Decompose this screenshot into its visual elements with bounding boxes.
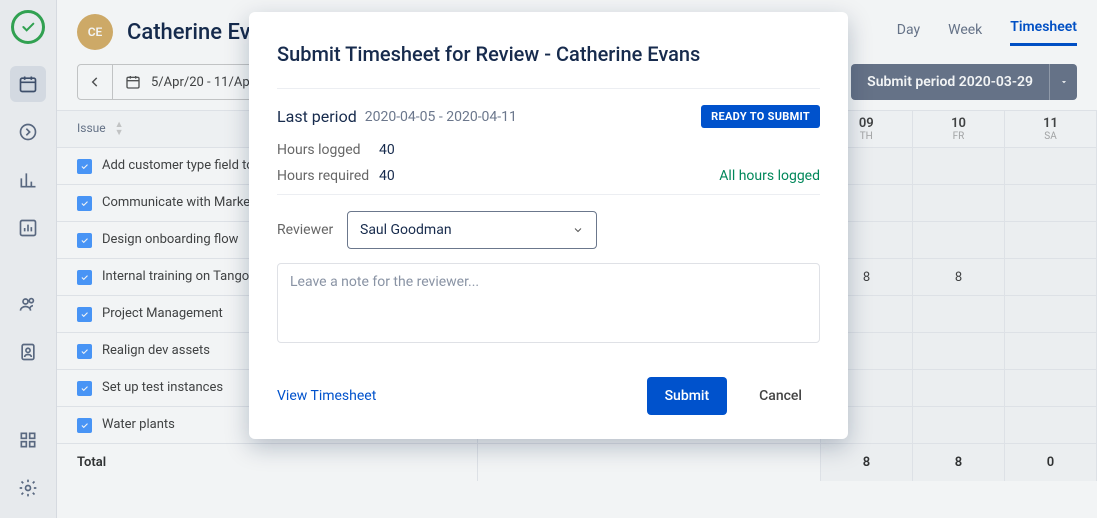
reviewer-value: Saul Goodman bbox=[360, 222, 452, 238]
last-period-label: Last period bbox=[277, 107, 357, 126]
last-period-dates: 2020-04-05 - 2020-04-11 bbox=[365, 109, 701, 125]
view-timesheet-link[interactable]: View Timesheet bbox=[277, 388, 376, 404]
reviewer-select[interactable]: Saul Goodman bbox=[347, 211, 597, 249]
hours-logged-value: 40 bbox=[379, 142, 395, 158]
submit-button[interactable]: Submit bbox=[647, 377, 728, 415]
hours-logged-label: Hours logged bbox=[277, 142, 379, 158]
cancel-button[interactable]: Cancel bbox=[741, 377, 820, 415]
reviewer-label: Reviewer bbox=[277, 222, 347, 238]
chevron-down-icon bbox=[572, 224, 584, 236]
all-logged-status: All hours logged bbox=[719, 168, 820, 184]
submit-timesheet-modal: Submit Timesheet for Review - Catherine … bbox=[249, 12, 848, 439]
hours-required-value: 40 bbox=[379, 168, 395, 184]
reviewer-note-input[interactable] bbox=[277, 263, 820, 343]
ready-badge: READY TO SUBMIT bbox=[701, 105, 820, 128]
hours-required-label: Hours required bbox=[277, 168, 379, 184]
modal-title: Submit Timesheet for Review - Catherine … bbox=[277, 42, 820, 66]
